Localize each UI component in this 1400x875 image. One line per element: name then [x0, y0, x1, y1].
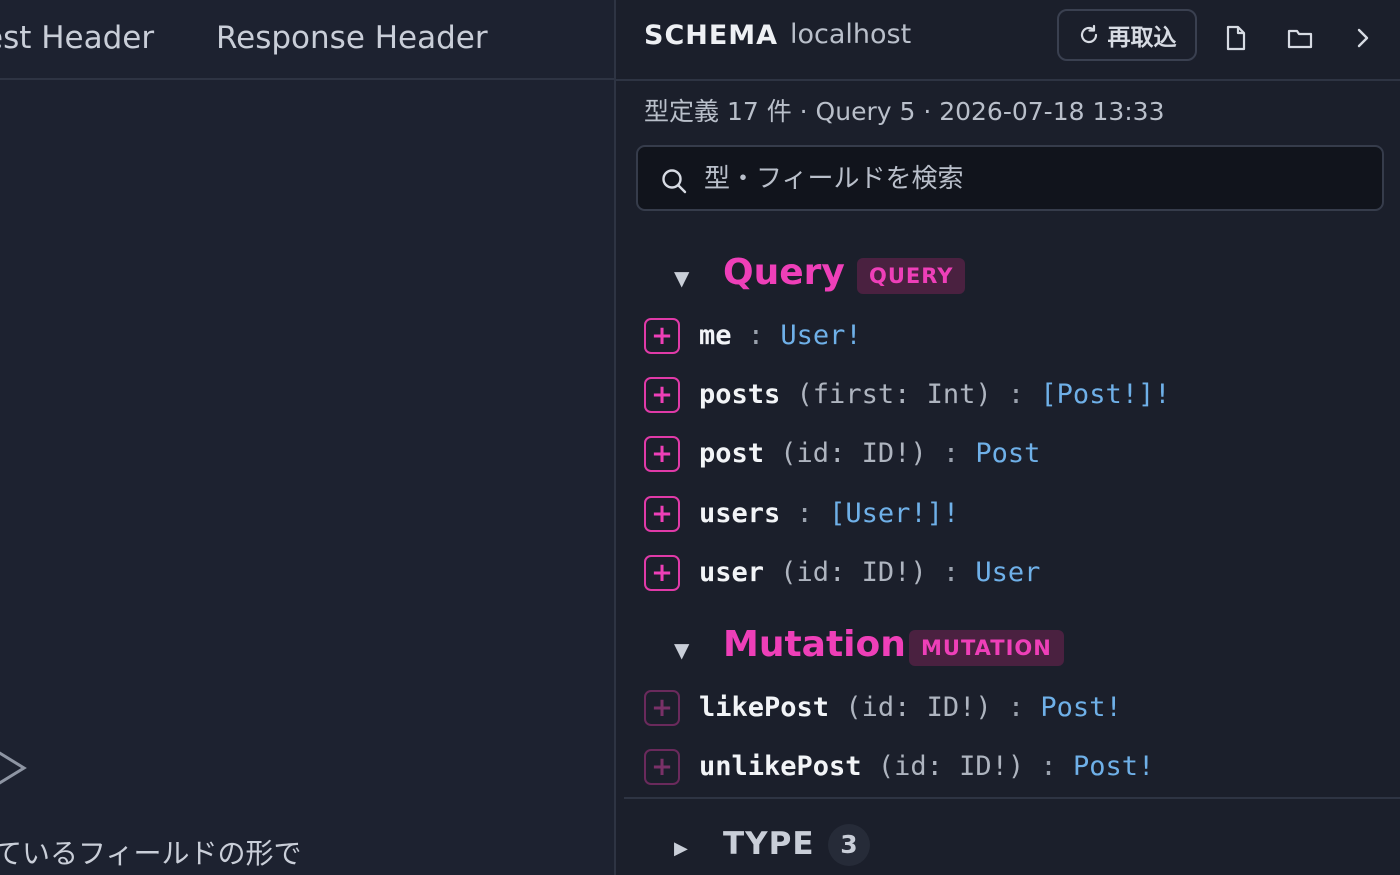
- field-name[interactable]: post: [699, 438, 764, 469]
- reload-label: 再取込: [1107, 25, 1177, 51]
- caret-down-icon[interactable]: ▼: [674, 266, 689, 290]
- search-icon: [662, 169, 687, 194]
- add-field-button[interactable]: +: [644, 496, 680, 532]
- field-args: (first: Int): [796, 379, 992, 410]
- field-name[interactable]: me: [699, 320, 732, 351]
- tab-request-header[interactable]: est Header: [0, 20, 154, 56]
- field-row: + likePost (id: ID!) : Post!: [616, 690, 1400, 734]
- header-tabs: est Header Response Header: [0, 0, 614, 80]
- group-name: Mutation: [723, 624, 906, 665]
- request-panel: est Header Response Header ているフィールドの形で: [0, 0, 614, 875]
- field-type[interactable]: [User!]!: [829, 498, 959, 529]
- field-type[interactable]: Post: [975, 438, 1040, 469]
- schema-meta: 型定義 17 件 · Query 5 · 2026-07-18 13:33: [644, 97, 1165, 126]
- caret-right-icon[interactable]: ▶: [674, 838, 688, 859]
- caret-down-icon[interactable]: ▼: [674, 638, 689, 662]
- field-row: + post (id: ID!) : Post: [616, 436, 1400, 480]
- field-args: (id: ID!): [780, 557, 927, 588]
- field-type[interactable]: Post!: [1073, 751, 1154, 782]
- field-name[interactable]: user: [699, 557, 764, 588]
- group-query[interactable]: ▼ Query QUERY: [616, 252, 1400, 302]
- field-args: (id: ID!): [780, 438, 927, 469]
- field-row: + posts (first: Int) : [Post!]!: [616, 377, 1400, 421]
- add-field-button[interactable]: +: [644, 377, 680, 413]
- type-count-badge: 3: [828, 824, 870, 866]
- field-row: + users : [User!]!: [616, 496, 1400, 540]
- type-section-label[interactable]: TYPE: [723, 826, 815, 862]
- refresh-icon: [1080, 24, 1097, 44]
- field-name[interactable]: likePost: [699, 692, 829, 723]
- schema-header: SCHEMA localhost 再取込: [616, 0, 1400, 81]
- schema-panel: SCHEMA localhost 再取込 型定義 17 件 · Query 5 …: [616, 0, 1400, 875]
- add-field-button[interactable]: +: [644, 749, 680, 785]
- chevron-right-icon: [0, 751, 27, 785]
- add-field-button[interactable]: +: [644, 318, 680, 354]
- field-args: (id: ID!): [845, 692, 992, 723]
- field-row: + user (id: ID!) : User: [616, 555, 1400, 599]
- group-badge: QUERY: [857, 258, 966, 294]
- field-name[interactable]: posts: [699, 379, 780, 410]
- add-field-button[interactable]: +: [644, 690, 680, 726]
- add-field-button[interactable]: +: [644, 436, 680, 472]
- field-type[interactable]: User: [975, 557, 1040, 588]
- tab-response-header[interactable]: Response Header: [216, 20, 488, 56]
- file-icon[interactable]: [1223, 24, 1249, 52]
- field-row: + unlikePost (id: ID!) : Post!: [616, 749, 1400, 793]
- schema-title: SCHEMA: [644, 20, 779, 51]
- search-box: [636, 145, 1384, 211]
- group-badge: MUTATION: [909, 630, 1064, 666]
- chevron-right-icon[interactable]: [1353, 24, 1373, 52]
- field-name[interactable]: unlikePost: [699, 751, 862, 782]
- search-input[interactable]: [702, 157, 1366, 201]
- field-args: (id: ID!): [877, 751, 1025, 782]
- hint-text: ているフィールドの形で: [0, 837, 302, 870]
- schema-host: localhost: [790, 19, 912, 50]
- section-divider: [624, 797, 1400, 799]
- field-name[interactable]: users: [699, 498, 780, 529]
- reload-button[interactable]: 再取込: [1057, 9, 1197, 61]
- group-name: Query: [723, 252, 845, 293]
- folder-icon[interactable]: [1286, 24, 1314, 52]
- field-type[interactable]: User!: [780, 320, 861, 351]
- add-field-button[interactable]: +: [644, 555, 680, 591]
- field-row: + me : User!: [616, 318, 1400, 362]
- field-type[interactable]: Post!: [1040, 692, 1121, 723]
- group-mutation[interactable]: ▼ Mutation MUTATION: [616, 624, 1400, 674]
- field-type[interactable]: [Post!]!: [1040, 379, 1170, 410]
